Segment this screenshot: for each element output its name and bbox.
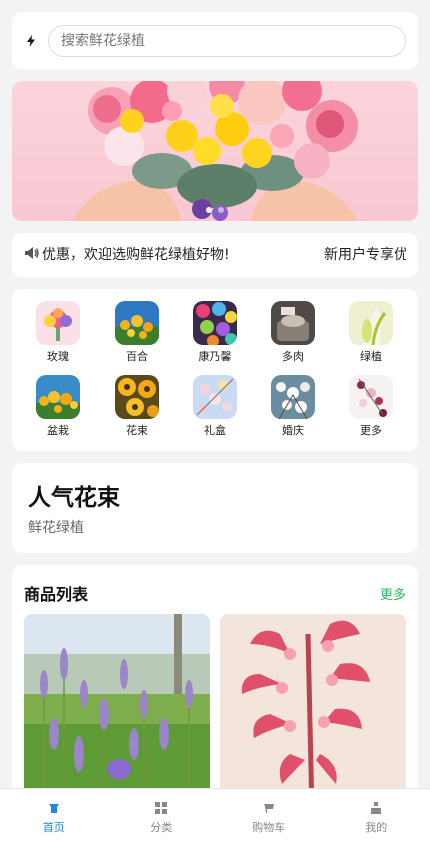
category-bouquet[interactable]: 花束 [107,375,167,441]
tab-label: 我的 [365,821,388,834]
category-lily[interactable]: 百合 [107,301,167,367]
lavender-image [24,614,210,805]
lily-thumb [115,301,159,345]
tab-home[interactable]: 首页 [0,789,108,844]
category-label: 多肉 [282,350,304,363]
green-plant-thumb [349,301,393,345]
category-label: 礼盒 [204,424,226,437]
product-card-lavender[interactable] [24,614,210,805]
category-succulent[interactable]: 多肉 [263,301,323,367]
wedding-thumb [271,375,315,419]
category-more[interactable]: 更多 [341,375,401,441]
carousel-dot[interactable] [218,207,224,213]
section-subtitle: 鲜花绿植 [28,520,84,536]
section-title: 人气花束 [28,485,120,511]
notice-bar[interactable]: 享优惠，欢迎选购鲜花绿植好物! 新用户专享优惠 [12,233,418,277]
tab-cart[interactable]: 购物车 [215,789,323,844]
rose-thumb [36,301,80,345]
category-grid: 玫瑰 百合 康乃馨 多肉 绿植 盆栽 花束 礼盒 婚庆 更多 [12,289,418,451]
category-green-plant[interactable]: 绿植 [341,301,401,367]
category-label: 康乃馨 [198,350,232,363]
more-thumb [349,375,393,419]
bouquet-thumb [115,375,159,419]
speaker-icon [24,246,40,264]
search-bar [12,12,418,69]
category-label: 婚庆 [282,424,304,437]
tab-label: 购物车 [252,821,286,834]
tab-category[interactable]: 分类 [108,789,216,844]
category-carnation[interactable]: 康乃馨 [185,301,245,367]
category-label: 绿植 [360,350,382,363]
notice-marquee: 享优惠，欢迎选购鲜花绿植好物! 新用户专享优惠 [42,245,406,265]
category-icon [155,802,168,814]
tab-label: 分类 [150,821,173,834]
potted-thumb [36,375,80,419]
carnation-thumb [193,301,237,345]
carousel-dot[interactable] [206,207,212,213]
banner-bouquet-image [72,81,358,221]
category-label: 更多 [360,424,382,437]
search-input[interactable] [48,24,406,57]
tab-label: 首页 [42,821,65,834]
orchid-image [220,614,406,805]
home-icon [48,802,60,814]
product-card-orchid[interactable] [220,614,406,805]
category-potted[interactable]: 盆栽 [28,375,88,441]
gift-box-thumb [193,375,237,419]
hot-bouquet-section[interactable]: 人气花束 鲜花绿植 [12,463,418,553]
carousel-dots [12,207,418,213]
category-gift-box[interactable]: 礼盒 [185,375,245,441]
banner-carousel[interactable] [12,81,418,221]
bolt-icon[interactable] [24,33,38,49]
more-link[interactable]: 更多 [380,584,406,603]
cart-icon [263,802,275,814]
category-label: 盆栽 [47,424,69,437]
category-label: 花束 [126,424,148,437]
tab-profile[interactable]: 我的 [323,789,430,844]
notice-text-repeat: 新用户专享优惠 [324,247,406,263]
bottom-tab-bar: 首页 分类 购物车 我的 [0,788,430,844]
succulent-thumb [271,301,315,345]
product-list-section: 商品列表 更多 [12,565,418,805]
product-list-title: 商品列表 [24,585,89,604]
category-label: 玫瑰 [47,350,69,363]
user-icon [370,802,382,814]
notice-text: 享优惠，欢迎选购鲜花绿植好物! [42,247,230,263]
category-label: 百合 [126,350,148,363]
category-wedding[interactable]: 婚庆 [263,375,323,441]
category-rose[interactable]: 玫瑰 [28,301,88,367]
